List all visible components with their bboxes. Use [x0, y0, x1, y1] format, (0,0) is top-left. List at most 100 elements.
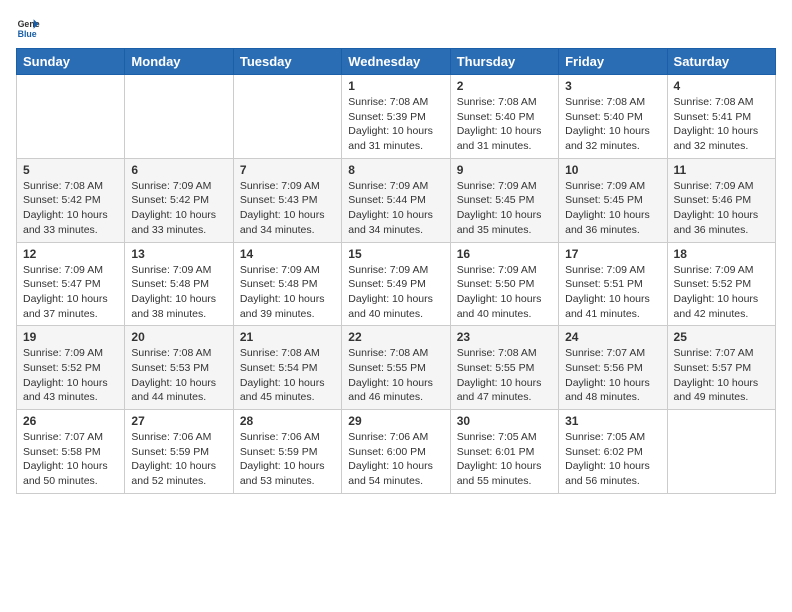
sunset-text: Sunset: 5:55 PM — [348, 361, 443, 376]
daylight-text: Daylight: 10 hours and 34 minutes. — [240, 208, 335, 237]
sunrise-text: Sunrise: 7:09 AM — [674, 263, 769, 278]
sunset-text: Sunset: 5:56 PM — [565, 361, 660, 376]
weekday-header-sunday: Sunday — [17, 49, 125, 75]
daylight-text: Daylight: 10 hours and 48 minutes. — [565, 376, 660, 405]
day-info: Sunrise: 7:09 AM Sunset: 5:49 PM Dayligh… — [348, 263, 443, 322]
calendar-cell: 14 Sunrise: 7:09 AM Sunset: 5:48 PM Dayl… — [233, 242, 341, 326]
daylight-text: Daylight: 10 hours and 55 minutes. — [457, 459, 552, 488]
day-info: Sunrise: 7:06 AM Sunset: 5:59 PM Dayligh… — [240, 430, 335, 489]
daylight-text: Daylight: 10 hours and 32 minutes. — [674, 124, 769, 153]
day-info: Sunrise: 7:09 AM Sunset: 5:48 PM Dayligh… — [240, 263, 335, 322]
sunrise-text: Sunrise: 7:09 AM — [457, 179, 552, 194]
day-number: 28 — [240, 414, 335, 428]
day-info: Sunrise: 7:06 AM Sunset: 6:00 PM Dayligh… — [348, 430, 443, 489]
page-header: General Blue — [16, 16, 776, 40]
sunrise-text: Sunrise: 7:09 AM — [565, 179, 660, 194]
svg-text:Blue: Blue — [18, 29, 37, 39]
day-number: 16 — [457, 247, 552, 261]
sunrise-text: Sunrise: 7:09 AM — [131, 263, 226, 278]
day-number: 24 — [565, 330, 660, 344]
sunset-text: Sunset: 5:58 PM — [23, 445, 118, 460]
calendar-cell: 30 Sunrise: 7:05 AM Sunset: 6:01 PM Dayl… — [450, 410, 558, 494]
calendar-cell: 18 Sunrise: 7:09 AM Sunset: 5:52 PM Dayl… — [667, 242, 775, 326]
day-number: 30 — [457, 414, 552, 428]
day-info: Sunrise: 7:08 AM Sunset: 5:40 PM Dayligh… — [457, 95, 552, 154]
sunrise-text: Sunrise: 7:06 AM — [348, 430, 443, 445]
sunrise-text: Sunrise: 7:08 AM — [240, 346, 335, 361]
day-number: 10 — [565, 163, 660, 177]
day-info: Sunrise: 7:09 AM Sunset: 5:46 PM Dayligh… — [674, 179, 769, 238]
day-info: Sunrise: 7:08 AM Sunset: 5:54 PM Dayligh… — [240, 346, 335, 405]
sunrise-text: Sunrise: 7:08 AM — [565, 95, 660, 110]
daylight-text: Daylight: 10 hours and 36 minutes. — [674, 208, 769, 237]
calendar-cell: 25 Sunrise: 7:07 AM Sunset: 5:57 PM Dayl… — [667, 326, 775, 410]
sunset-text: Sunset: 5:50 PM — [457, 277, 552, 292]
day-info: Sunrise: 7:09 AM Sunset: 5:48 PM Dayligh… — [131, 263, 226, 322]
day-info: Sunrise: 7:09 AM Sunset: 5:45 PM Dayligh… — [565, 179, 660, 238]
daylight-text: Daylight: 10 hours and 54 minutes. — [348, 459, 443, 488]
sunrise-text: Sunrise: 7:09 AM — [23, 346, 118, 361]
day-number: 29 — [348, 414, 443, 428]
day-number: 14 — [240, 247, 335, 261]
day-info: Sunrise: 7:05 AM Sunset: 6:02 PM Dayligh… — [565, 430, 660, 489]
sunrise-text: Sunrise: 7:07 AM — [565, 346, 660, 361]
weekday-header-saturday: Saturday — [667, 49, 775, 75]
day-info: Sunrise: 7:08 AM Sunset: 5:53 PM Dayligh… — [131, 346, 226, 405]
sunrise-text: Sunrise: 7:08 AM — [131, 346, 226, 361]
daylight-text: Daylight: 10 hours and 41 minutes. — [565, 292, 660, 321]
sunset-text: Sunset: 6:01 PM — [457, 445, 552, 460]
sunrise-text: Sunrise: 7:08 AM — [457, 346, 552, 361]
daylight-text: Daylight: 10 hours and 34 minutes. — [348, 208, 443, 237]
daylight-text: Daylight: 10 hours and 40 minutes. — [348, 292, 443, 321]
day-info: Sunrise: 7:08 AM Sunset: 5:42 PM Dayligh… — [23, 179, 118, 238]
weekday-header-friday: Friday — [559, 49, 667, 75]
daylight-text: Daylight: 10 hours and 52 minutes. — [131, 459, 226, 488]
daylight-text: Daylight: 10 hours and 53 minutes. — [240, 459, 335, 488]
daylight-text: Daylight: 10 hours and 40 minutes. — [457, 292, 552, 321]
sunset-text: Sunset: 5:53 PM — [131, 361, 226, 376]
day-info: Sunrise: 7:09 AM Sunset: 5:44 PM Dayligh… — [348, 179, 443, 238]
sunset-text: Sunset: 5:48 PM — [131, 277, 226, 292]
calendar-cell: 10 Sunrise: 7:09 AM Sunset: 5:45 PM Dayl… — [559, 158, 667, 242]
day-info: Sunrise: 7:06 AM Sunset: 5:59 PM Dayligh… — [131, 430, 226, 489]
calendar-cell — [667, 410, 775, 494]
day-number: 22 — [348, 330, 443, 344]
calendar-cell: 20 Sunrise: 7:08 AM Sunset: 5:53 PM Dayl… — [125, 326, 233, 410]
day-info: Sunrise: 7:09 AM Sunset: 5:42 PM Dayligh… — [131, 179, 226, 238]
day-number: 25 — [674, 330, 769, 344]
day-info: Sunrise: 7:08 AM Sunset: 5:39 PM Dayligh… — [348, 95, 443, 154]
daylight-text: Daylight: 10 hours and 32 minutes. — [565, 124, 660, 153]
sunset-text: Sunset: 5:55 PM — [457, 361, 552, 376]
day-number: 5 — [23, 163, 118, 177]
calendar-cell: 26 Sunrise: 7:07 AM Sunset: 5:58 PM Dayl… — [17, 410, 125, 494]
calendar-cell: 1 Sunrise: 7:08 AM Sunset: 5:39 PM Dayli… — [342, 75, 450, 159]
day-info: Sunrise: 7:09 AM Sunset: 5:51 PM Dayligh… — [565, 263, 660, 322]
sunrise-text: Sunrise: 7:09 AM — [240, 179, 335, 194]
day-number: 19 — [23, 330, 118, 344]
day-number: 1 — [348, 79, 443, 93]
sunrise-text: Sunrise: 7:07 AM — [674, 346, 769, 361]
sunrise-text: Sunrise: 7:05 AM — [565, 430, 660, 445]
weekday-header-monday: Monday — [125, 49, 233, 75]
sunrise-text: Sunrise: 7:08 AM — [674, 95, 769, 110]
day-number: 2 — [457, 79, 552, 93]
sunset-text: Sunset: 5:48 PM — [240, 277, 335, 292]
calendar-cell: 3 Sunrise: 7:08 AM Sunset: 5:40 PM Dayli… — [559, 75, 667, 159]
weekday-header-row: SundayMondayTuesdayWednesdayThursdayFrid… — [17, 49, 776, 75]
sunrise-text: Sunrise: 7:08 AM — [23, 179, 118, 194]
calendar-cell: 19 Sunrise: 7:09 AM Sunset: 5:52 PM Dayl… — [17, 326, 125, 410]
sunset-text: Sunset: 5:42 PM — [23, 193, 118, 208]
day-info: Sunrise: 7:09 AM Sunset: 5:52 PM Dayligh… — [674, 263, 769, 322]
calendar-cell — [17, 75, 125, 159]
daylight-text: Daylight: 10 hours and 35 minutes. — [457, 208, 552, 237]
sunset-text: Sunset: 5:52 PM — [23, 361, 118, 376]
day-number: 8 — [348, 163, 443, 177]
day-info: Sunrise: 7:07 AM Sunset: 5:58 PM Dayligh… — [23, 430, 118, 489]
sunrise-text: Sunrise: 7:06 AM — [240, 430, 335, 445]
day-info: Sunrise: 7:09 AM Sunset: 5:47 PM Dayligh… — [23, 263, 118, 322]
sunset-text: Sunset: 5:42 PM — [131, 193, 226, 208]
calendar-cell: 15 Sunrise: 7:09 AM Sunset: 5:49 PM Dayl… — [342, 242, 450, 326]
calendar-cell: 12 Sunrise: 7:09 AM Sunset: 5:47 PM Dayl… — [17, 242, 125, 326]
calendar-cell: 11 Sunrise: 7:09 AM Sunset: 5:46 PM Dayl… — [667, 158, 775, 242]
calendar-cell: 7 Sunrise: 7:09 AM Sunset: 5:43 PM Dayli… — [233, 158, 341, 242]
